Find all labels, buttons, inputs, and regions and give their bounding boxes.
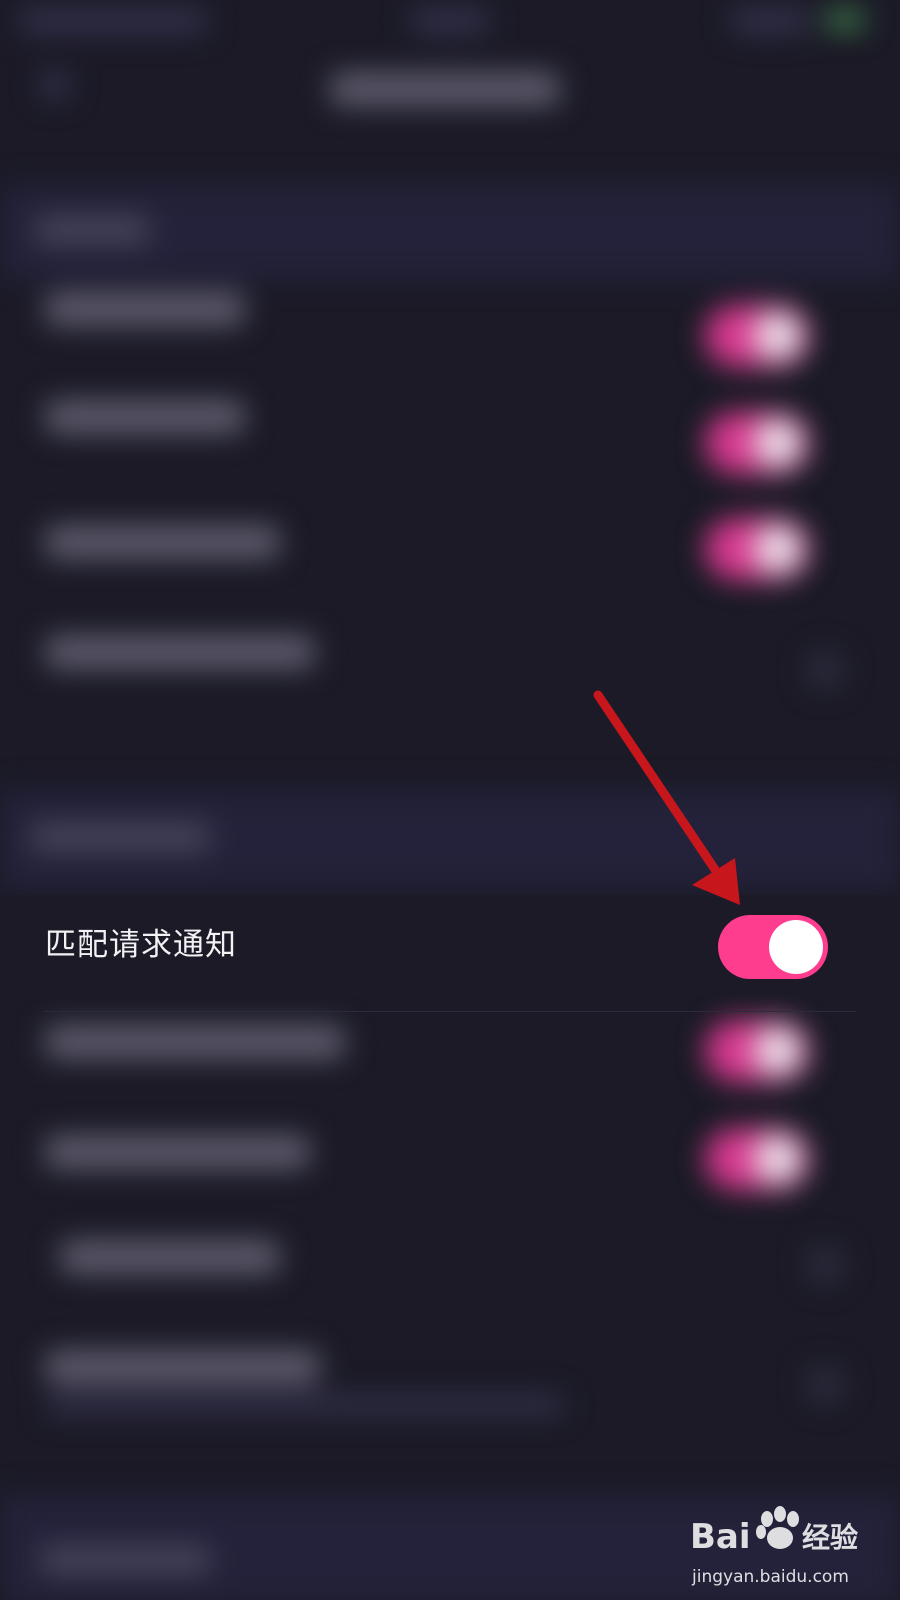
- row-divider: [44, 1011, 856, 1012]
- match-request-notification-toggle[interactable]: [718, 915, 828, 979]
- match-request-notification-row: 匹配请求通知: [0, 895, 900, 995]
- svg-text:jingyan.baidu.com: jingyan.baidu.com: [691, 1567, 849, 1587]
- blurred-background: [0, 0, 900, 1600]
- svg-text:经验: 经验: [802, 1521, 858, 1554]
- match-request-notification-label: 匹配请求通知: [45, 927, 237, 963]
- settings-screen: 匹配请求通知 Bai 经验 jingyan.baidu.com: [0, 0, 900, 1600]
- baidu-jingyan-watermark-icon: Bai 经验 jingyan.baidu.com: [690, 1506, 858, 1587]
- svg-text:Bai: Bai: [690, 1517, 751, 1557]
- toggle-knob: [769, 920, 823, 974]
